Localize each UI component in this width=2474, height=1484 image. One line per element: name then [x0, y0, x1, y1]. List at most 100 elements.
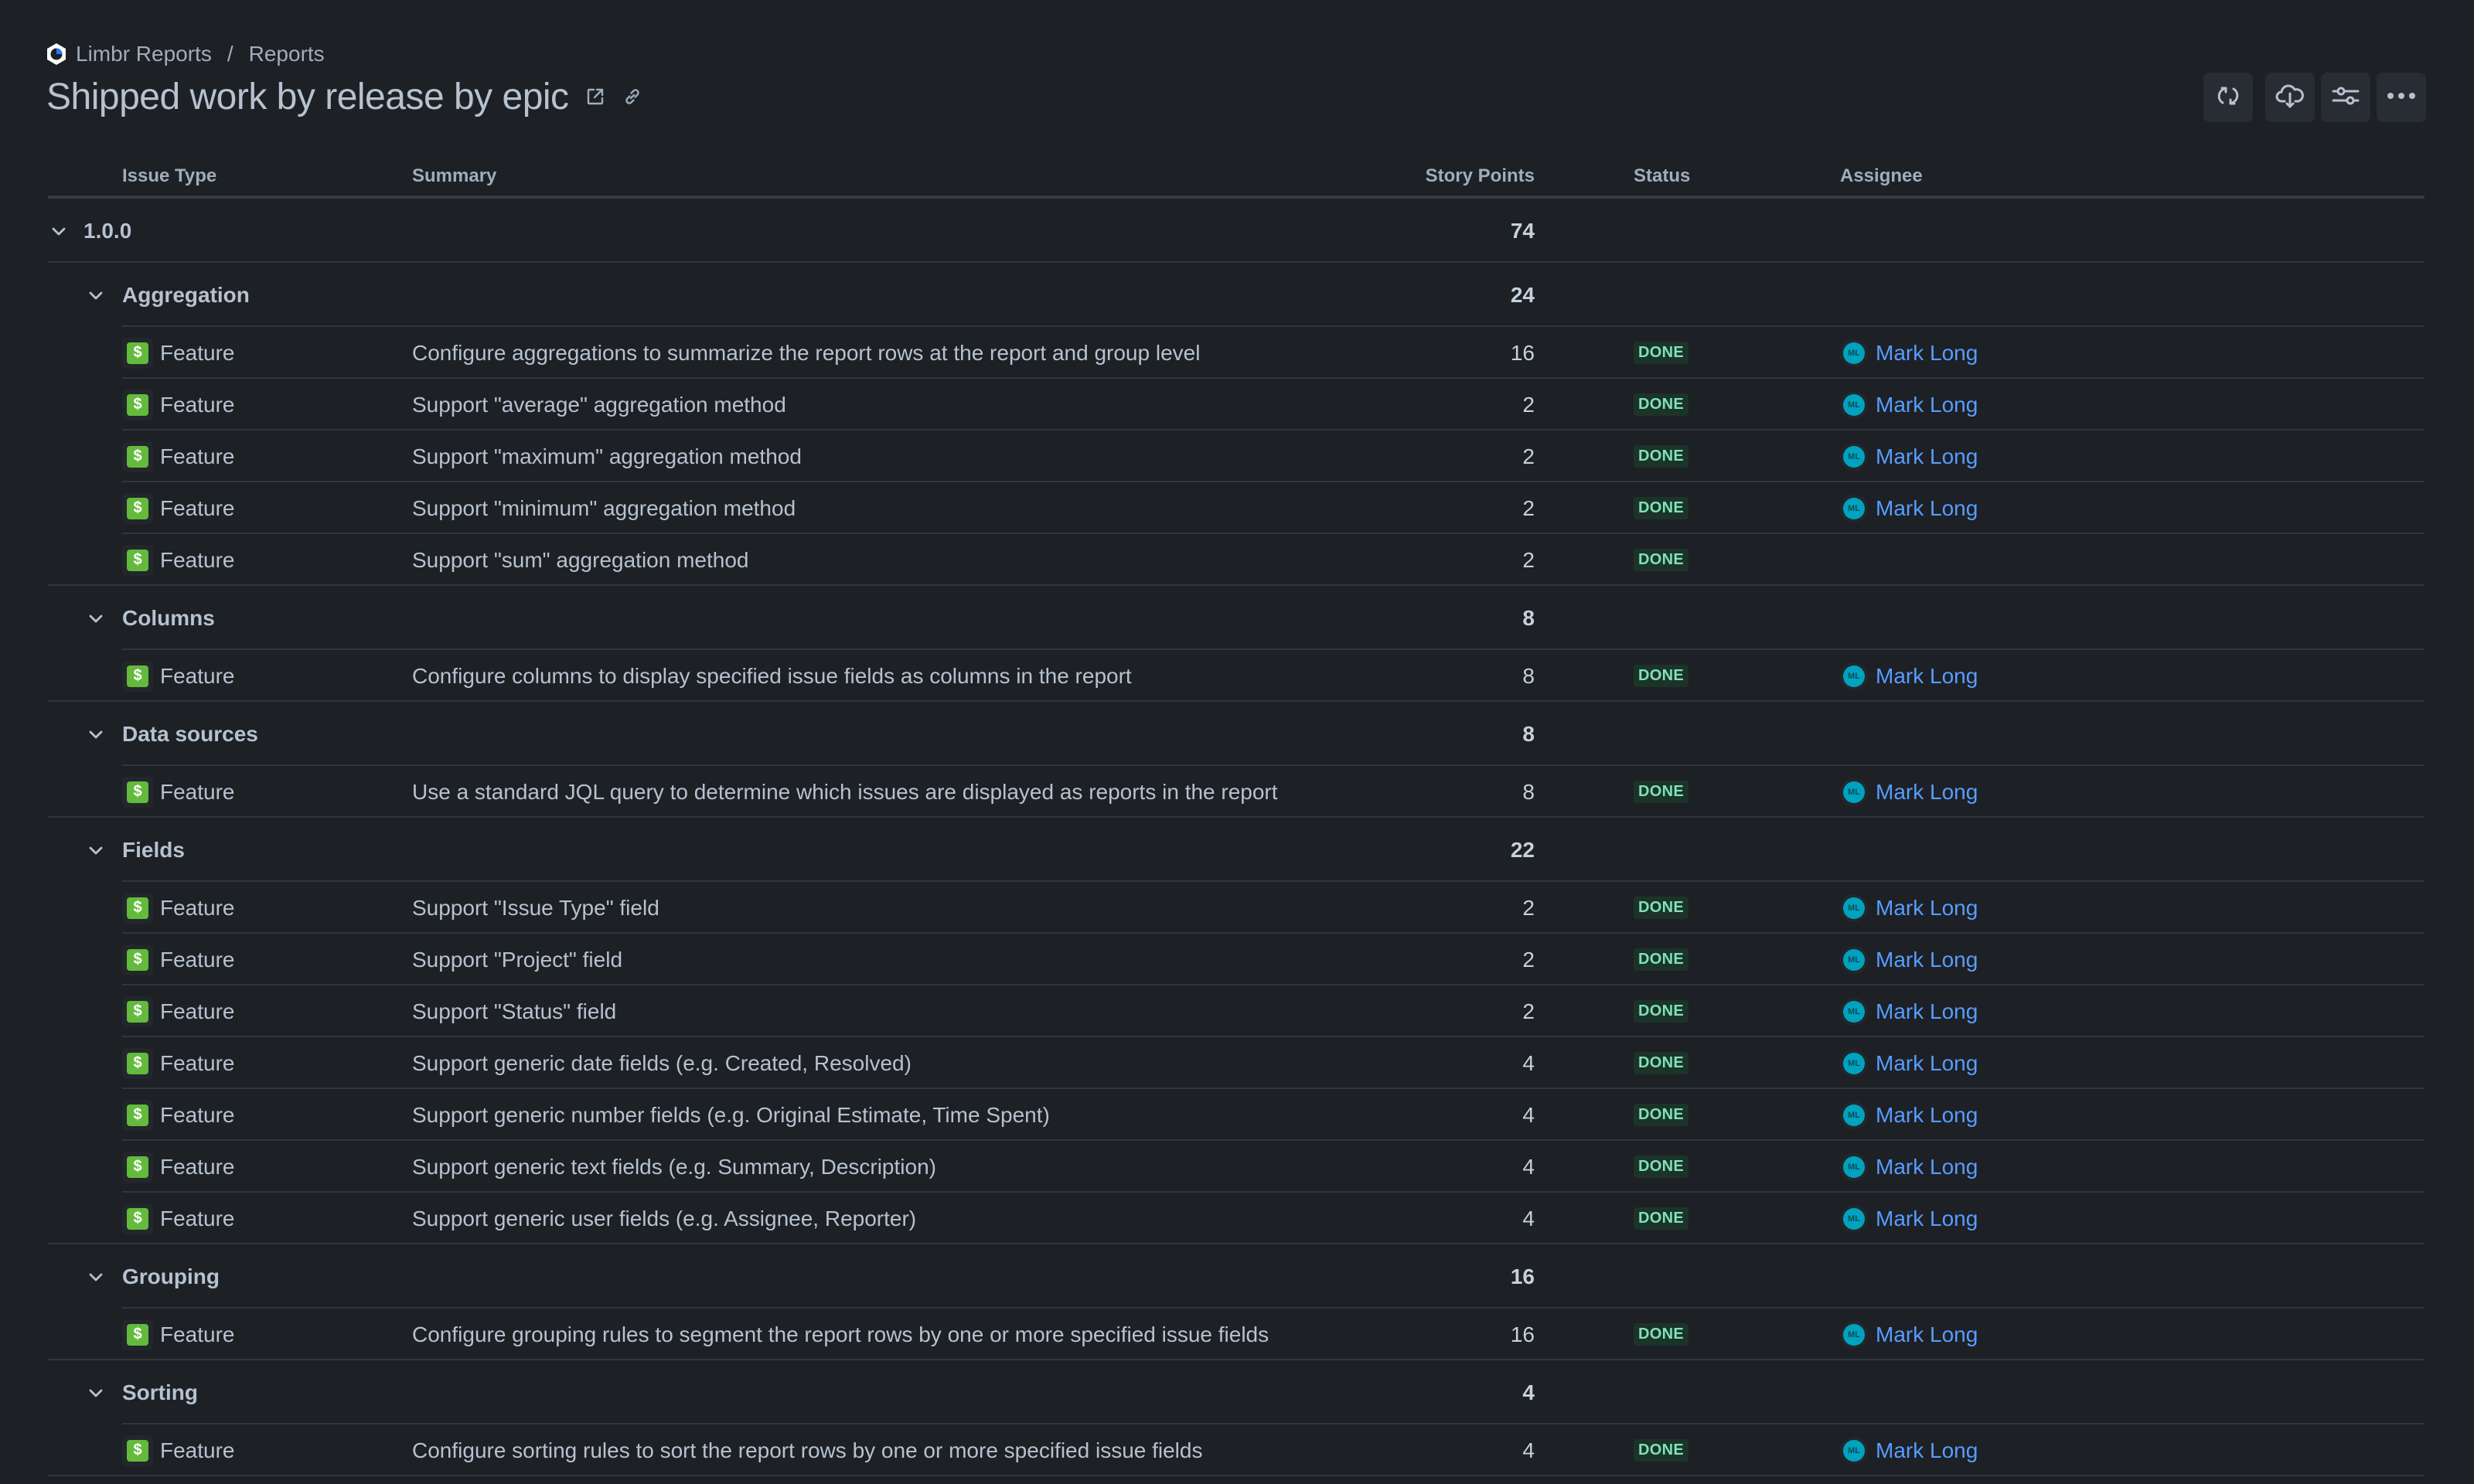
epic-row[interactable]: Sorting 4	[48, 1360, 2425, 1424]
avatar: ML	[1840, 778, 1868, 806]
chevron-down-icon[interactable]	[85, 723, 107, 745]
assignee-cell: ML Mark Long	[1840, 1309, 1978, 1360]
issue-summary[interactable]: Support "sum" aggregation method	[412, 534, 748, 586]
configure-button[interactable]	[2321, 73, 2370, 122]
issue-row[interactable]: $ Feature Support generic date fields (e…	[48, 1037, 2425, 1089]
issue-row[interactable]: $ Feature Configure aggregations to summ…	[48, 327, 2425, 379]
issue-summary[interactable]: Support "maximum" aggregation method	[412, 431, 802, 482]
issue-summary[interactable]: Support generic user fields (e.g. Assign…	[412, 1193, 916, 1244]
issue-summary[interactable]: Configure columns to display specified i…	[412, 650, 1132, 702]
issue-summary[interactable]: Support "Issue Type" field	[412, 882, 659, 934]
issue-row[interactable]: $ Feature Support "Issue Type" field 2 D…	[48, 882, 2425, 934]
assignee-link[interactable]: ML Mark Long	[1840, 442, 1978, 471]
assignee-link[interactable]: ML Mark Long	[1840, 1049, 1978, 1077]
column-header-story-points[interactable]: Story Points	[1426, 165, 1535, 187]
assignee-name: Mark Long	[1876, 895, 1978, 920]
status-badge: DONE	[1634, 665, 1689, 687]
epic-row[interactable]: Data sources 8	[48, 702, 2425, 766]
assignee-link[interactable]: ML Mark Long	[1840, 339, 1978, 367]
assignee-link[interactable]: ML Mark Long	[1840, 390, 1978, 419]
chevron-down-icon[interactable]	[85, 284, 107, 306]
refresh-button[interactable]	[2203, 73, 2253, 122]
assignee-name: Mark Long	[1876, 340, 1978, 365]
issue-summary[interactable]: Support generic text fields (e.g. Summar…	[412, 1141, 936, 1193]
link-icon[interactable]	[622, 86, 643, 107]
breadcrumb-app-link[interactable]: Limbr Reports	[76, 42, 212, 66]
issue-row[interactable]: $ Feature Support "Status" field 2 DONE …	[48, 985, 2425, 1037]
status-cell: DONE	[1634, 379, 1689, 431]
issue-row[interactable]: $ Feature Support generic number fields …	[48, 1089, 2425, 1141]
breadcrumb-reports-link[interactable]: Reports	[249, 42, 325, 66]
assignee-link[interactable]: ML Mark Long	[1840, 494, 1978, 522]
assignee-link[interactable]: ML Mark Long	[1840, 893, 1978, 922]
status-cell: DONE	[1634, 1141, 1689, 1193]
assignee-link[interactable]: ML Mark Long	[1840, 662, 1978, 690]
assignee-name: Mark Long	[1876, 444, 1978, 468]
column-header-issue-type[interactable]: Issue Type	[122, 165, 216, 187]
assignee-cell: ML Mark Long	[1840, 1089, 1978, 1141]
issue-summary[interactable]: Use a standard JQL query to determine wh…	[412, 766, 1278, 818]
issue-type: Feature	[160, 392, 235, 417]
assignee-name: Mark Long	[1876, 1154, 1978, 1179]
issue-summary[interactable]: Configure grouping rules to segment the …	[412, 1309, 1269, 1360]
issue-summary[interactable]: Support generic date fields (e.g. Create…	[412, 1037, 912, 1089]
assignee-name: Mark Long	[1876, 1206, 1978, 1230]
assignee-link[interactable]: ML Mark Long	[1840, 1320, 1978, 1349]
issue-summary[interactable]: Support "average" aggregation method	[412, 379, 786, 431]
chevron-down-icon[interactable]	[85, 839, 107, 861]
epic-label: Sorting	[122, 1380, 198, 1404]
issue-summary[interactable]: Configure sorting rules to sort the repo…	[412, 1424, 1202, 1476]
assignee-link[interactable]: ML Mark Long	[1840, 997, 1978, 1026]
issue-row[interactable]: $ Feature Support "average" aggregation …	[48, 379, 2425, 431]
status-badge: DONE	[1634, 1207, 1689, 1230]
issue-type: Feature	[160, 444, 235, 468]
issue-type: Feature	[160, 1154, 235, 1179]
page-title: Shipped work by release by epic	[46, 76, 569, 117]
epic-row[interactable]: Fields 22	[48, 818, 2425, 882]
issue-row[interactable]: $ Feature Configure grouping rules to se…	[48, 1309, 2425, 1360]
issue-type: Feature	[160, 999, 235, 1023]
assignee-link[interactable]: ML Mark Long	[1840, 945, 1978, 974]
column-header-assignee[interactable]: Assignee	[1840, 165, 1923, 187]
assignee-name: Mark Long	[1876, 495, 1978, 520]
issue-summary[interactable]: Support "minimum" aggregation method	[412, 482, 796, 534]
avatar: ML	[1840, 1101, 1868, 1129]
column-header-status[interactable]: Status	[1634, 165, 1690, 187]
status-badge: DONE	[1634, 1156, 1689, 1178]
issue-summary[interactable]: Support "Status" field	[412, 985, 616, 1037]
assignee-link[interactable]: ML Mark Long	[1840, 1436, 1978, 1465]
assignee-cell: ML Mark Long	[1840, 766, 1978, 818]
issue-summary[interactable]: Support generic number fields (e.g. Orig…	[412, 1089, 1050, 1141]
issue-row[interactable]: $ Feature Support generic user fields (e…	[48, 1193, 2425, 1244]
assignee-link[interactable]: ML Mark Long	[1840, 778, 1978, 806]
assignee-link[interactable]: ML Mark Long	[1840, 1152, 1978, 1181]
epic-row[interactable]: Columns 8	[48, 586, 2425, 650]
issue-story-points: 4	[1522, 1154, 1535, 1179]
chevron-down-icon[interactable]	[85, 1266, 107, 1288]
chevron-down-icon[interactable]	[85, 608, 107, 629]
issue-row[interactable]: $ Feature Support generic text fields (e…	[48, 1141, 2425, 1193]
epic-row[interactable]: Aggregation 24	[48, 263, 2425, 327]
issue-row[interactable]: $ Feature Use a standard JQL query to de…	[48, 766, 2425, 818]
epic-row[interactable]: Grouping 16	[48, 1244, 2425, 1309]
assignee-link[interactable]: ML Mark Long	[1840, 1101, 1978, 1129]
issue-row[interactable]: $ Feature Support "maximum" aggregation …	[48, 431, 2425, 482]
release-row[interactable]: 1.0.0 74	[48, 199, 2425, 263]
issue-story-points: 2	[1522, 444, 1535, 468]
issue-row[interactable]: $ Feature Support "sum" aggregation meth…	[48, 534, 2425, 586]
issue-summary[interactable]: Support "Project" field	[412, 934, 622, 985]
chevron-down-icon[interactable]	[85, 1382, 107, 1404]
export-button[interactable]	[2265, 73, 2315, 122]
assignee-link[interactable]: ML Mark Long	[1840, 1204, 1978, 1233]
issue-row[interactable]: $ Feature Support "Project" field 2 DONE…	[48, 934, 2425, 985]
more-actions-button[interactable]	[2377, 73, 2426, 122]
issue-row[interactable]: $ Feature Configure columns to display s…	[48, 650, 2425, 702]
issue-row[interactable]: $ Feature Configure sorting rules to sor…	[48, 1424, 2425, 1476]
open-in-new-icon[interactable]	[584, 86, 606, 107]
issue-summary[interactable]: Configure aggregations to summarize the …	[412, 327, 1200, 379]
issue-row[interactable]: $ Feature Support "minimum" aggregation …	[48, 482, 2425, 534]
assignee-cell: ML Mark Long	[1840, 1141, 1978, 1193]
column-header-summary[interactable]: Summary	[412, 165, 496, 187]
chevron-down-icon[interactable]	[48, 220, 70, 242]
epic-story-points: 8	[1522, 721, 1535, 746]
